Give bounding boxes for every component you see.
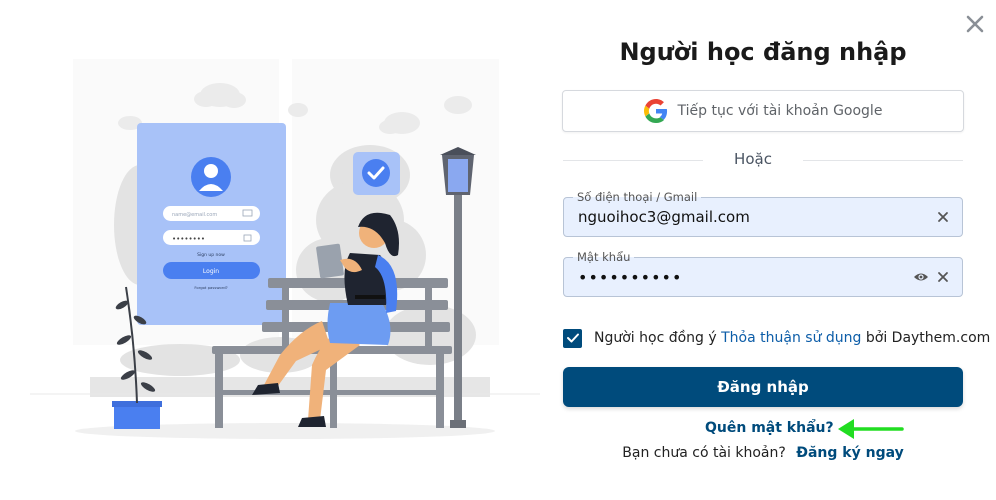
- password-field[interactable]: Mật khẩu: [563, 250, 963, 297]
- eye-icon: [914, 273, 928, 281]
- page-title: Người học đăng nhập: [619, 38, 907, 66]
- email-field-label: Số điện thoại / Gmail: [573, 190, 702, 204]
- illustration-password-dots: ••••••••: [172, 235, 205, 243]
- divider-text: Hoặc: [734, 150, 772, 168]
- clear-password-button[interactable]: [935, 269, 951, 285]
- toggle-password-button[interactable]: [913, 269, 929, 285]
- email-field[interactable]: Số điện thoại / Gmail: [563, 190, 963, 237]
- signup-link[interactable]: Đăng ký ngay: [796, 445, 903, 461]
- clear-email-button[interactable]: [935, 209, 951, 225]
- signup-row: Bạn chưa có tài khoản? Đăng ký ngay: [563, 445, 963, 461]
- close-icon: [966, 15, 984, 33]
- check-icon: [566, 333, 579, 343]
- arrow-left-icon: [838, 419, 904, 439]
- terms-suffix: bởi Daythem.com: [865, 330, 991, 346]
- google-logo-icon: [643, 99, 667, 123]
- login-button[interactable]: Đăng nhập: [563, 367, 963, 407]
- terms-agreement: Người học đồng ý Thỏa thuận sử dụng bởi …: [563, 327, 990, 349]
- email-input[interactable]: [578, 206, 898, 228]
- google-login-label: Tiếp tục với tài khoản Google: [677, 103, 883, 119]
- illustration-signup: Sign up now: [197, 252, 225, 258]
- no-account-text: Bạn chưa có tài khoản?: [622, 445, 786, 461]
- terms-link[interactable]: Thỏa thuận sử dụng: [721, 330, 861, 346]
- password-field-label: Mật khẩu: [573, 250, 635, 264]
- terms-prefix: Người học đồng ý: [594, 330, 717, 346]
- google-login-button[interactable]: Tiếp tục với tài khoản Google: [562, 90, 964, 132]
- login-illustration: name@email.com •••••••• Sign up now Logi…: [30, 55, 540, 455]
- divider-line-right: [803, 160, 963, 161]
- illustration-forgot: Forgot password?: [194, 285, 227, 290]
- illustration-email-placeholder: name@email.com: [172, 212, 217, 218]
- forgot-password-link[interactable]: Quên mật khẩu?: [705, 420, 834, 436]
- clear-icon: [938, 212, 948, 222]
- clear-icon: [938, 272, 948, 282]
- password-input[interactable]: [578, 266, 898, 288]
- illustration-login: Login: [203, 268, 219, 275]
- close-button[interactable]: [963, 12, 987, 36]
- or-divider: Hoặc: [563, 149, 963, 171]
- terms-checkbox[interactable]: [563, 328, 582, 348]
